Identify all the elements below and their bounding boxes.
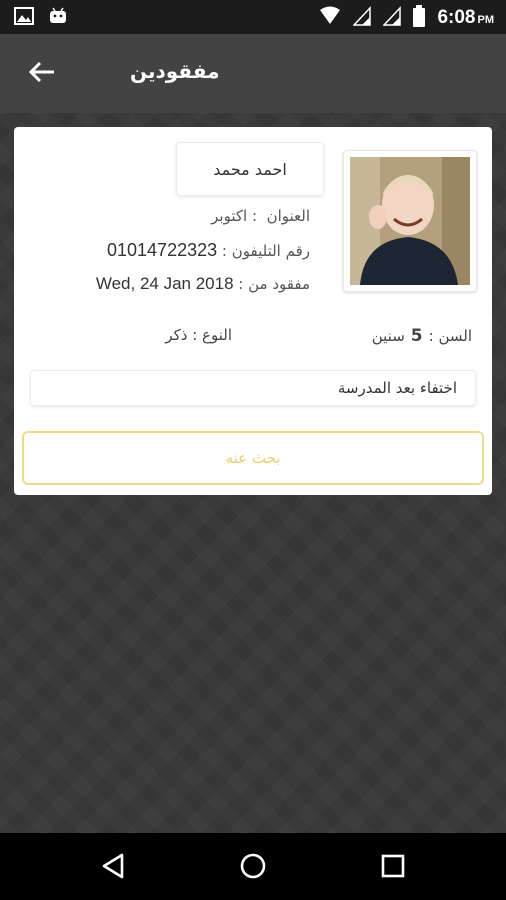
phone-line: رقم التليفون : 01014722323 <box>107 240 310 260</box>
missing-since-line: مفقود من : Wed, 24 Jan 2018 <box>95 274 310 293</box>
signal-icon <box>352 6 372 30</box>
android-icon <box>48 6 68 30</box>
nav-recents-button[interactable] <box>376 851 410 885</box>
arrow-left-icon <box>28 61 56 87</box>
person-photo <box>350 157 470 285</box>
image-icon <box>14 6 34 30</box>
home-circle-icon <box>239 852 267 884</box>
battery-icon <box>413 5 426 31</box>
age-line: السن :5سنين <box>371 326 472 346</box>
signal-icon <box>382 6 402 30</box>
missing-person-card[interactable]: احمد محمد العنوان : اكتوبر رقم التليفون … <box>14 127 492 495</box>
navigation-bar <box>0 833 506 900</box>
status-bar: 6:08 PM <box>0 0 506 34</box>
photo-frame <box>343 150 477 292</box>
back-button[interactable] <box>22 54 62 94</box>
status-time: 6:08 PM <box>437 7 494 28</box>
address-line: العنوان : اكتوبر <box>211 207 310 225</box>
page-title: مفقودين <box>130 59 220 83</box>
gender-line: النوع : ذكر <box>165 326 232 344</box>
app-bar: مفقودين <box>0 34 506 113</box>
back-triangle-icon <box>100 852 126 884</box>
wifi-icon <box>319 6 341 30</box>
search-button[interactable]: بحث عنه <box>22 431 484 485</box>
nav-back-button[interactable] <box>96 851 130 885</box>
recents-square-icon <box>380 853 406 883</box>
nav-home-button[interactable] <box>236 851 270 885</box>
name-field: احمد محمد <box>176 142 324 196</box>
description-field: اختفاء بعد المدرسة <box>30 370 476 406</box>
